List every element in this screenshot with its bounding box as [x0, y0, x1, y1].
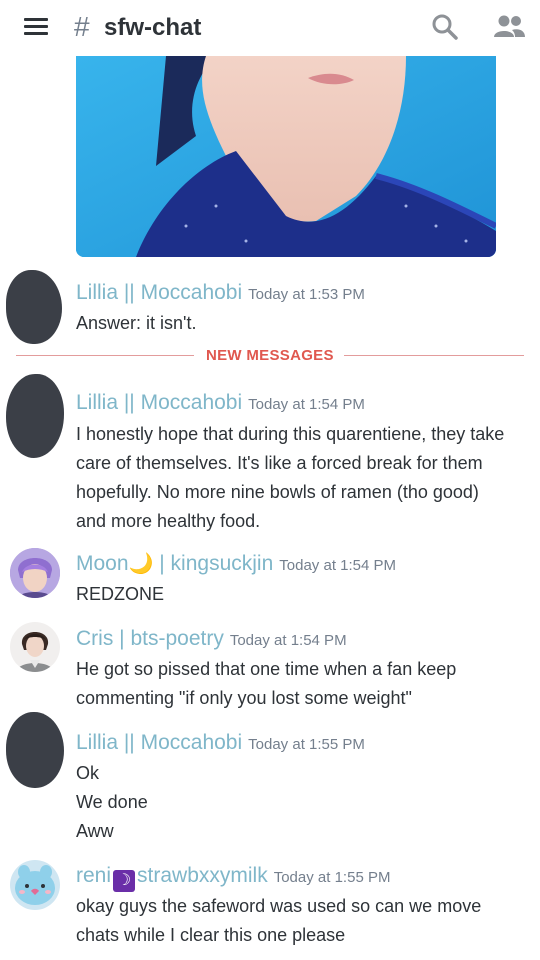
avatar[interactable] — [10, 622, 60, 672]
username[interactable]: Cris | bts-poetry — [76, 627, 224, 650]
message-text: Aww — [76, 821, 114, 841]
message-text: Answer: it isn't. — [76, 313, 197, 333]
username-part[interactable]: reni — [76, 864, 111, 887]
message-text: We done — [76, 792, 148, 812]
channel-header: # sfw-chat — [0, 0, 540, 56]
members-icon[interactable] — [492, 12, 526, 42]
message[interactable]: Cris | bts-poetry Today at 1:54 PM He got… — [0, 614, 540, 714]
divider-line-right — [344, 355, 524, 356]
new-messages-divider: NEW MESSAGES — [16, 346, 524, 366]
message-text: Ok — [76, 763, 100, 783]
timestamp: Today at 1:53 PM — [248, 286, 365, 303]
message-text: I honestly hope that during this quarent… — [76, 424, 505, 531]
timestamp: Today at 1:55 PM — [273, 869, 391, 886]
crescent-emoji-icon: ☽ — [113, 870, 136, 892]
message-header: Lillia || Moccahobi Today at 1:53 PM — [76, 280, 365, 308]
avatar-scribbled[interactable] — [4, 374, 68, 460]
channel-name: sfw-chat — [104, 14, 202, 41]
timestamp: Today at 1:54 PM — [279, 557, 397, 574]
message-header: Lillia || Moccahobi Today at 1:55 PM — [76, 730, 365, 758]
message-header: reni ☽ strawbxxymilk Today at 1:55 PM — [76, 863, 390, 892]
divider-line-left — [16, 355, 194, 356]
message-header: Moon🌙 | kingsuckjin Today at 1:54 PM — [76, 551, 396, 579]
channel-hash-icon: # — [74, 11, 90, 42]
message[interactable]: reni ☽ strawbxxymilk Today at 1:55 PM okay … — [0, 852, 540, 952]
message-header: Cris | bts-poetry Today at 1:54 PM — [76, 626, 347, 654]
avatar[interactable] — [10, 860, 60, 910]
username[interactable]: Lillia || Moccahobi — [76, 281, 242, 304]
timestamp: Today at 1:55 PM — [248, 736, 365, 753]
message-text: REDZONE — [76, 584, 165, 604]
avatar[interactable] — [10, 548, 60, 598]
username-part[interactable]: strawbxxymilk — [137, 864, 268, 887]
avatar-scribbled[interactable] — [2, 712, 66, 792]
timestamp: Today at 1:54 PM — [229, 632, 347, 649]
message-text: okay guys the safeword was used so can w… — [76, 896, 482, 945]
message[interactable]: Moon🌙 | kingsuckjin Today at 1:54 PM REDZ… — [0, 540, 540, 612]
username-part[interactable]: Moon — [76, 552, 129, 575]
moon-emoji-icon: 🌙 — [128, 553, 154, 575]
message-header: Lillia || Moccahobi Today at 1:54 PM — [76, 390, 365, 418]
timestamp: Today at 1:54 PM — [248, 396, 365, 413]
message[interactable]: Lillia || Moccahobi Today at 1:55 PM Ok W… — [0, 712, 540, 848]
new-messages-label: NEW MESSAGES — [206, 347, 334, 364]
message[interactable]: Lillia || Moccahobi Today at 1:54 PM I ho… — [0, 372, 540, 538]
avatar-scribbled[interactable] — [6, 270, 66, 344]
username[interactable]: Lillia || Moccahobi — [76, 731, 242, 754]
crescent-glyph: ☽ — [116, 872, 132, 889]
search-icon[interactable] — [430, 12, 460, 42]
message-text: He got so pissed that one time when a fa… — [76, 659, 457, 708]
username-part[interactable]: | kingsuckjin — [153, 552, 273, 575]
hamburger-icon[interactable] — [24, 16, 50, 38]
image-attachment[interactable] — [76, 56, 496, 257]
username[interactable]: Lillia || Moccahobi — [76, 391, 242, 414]
message[interactable]: Lillia || Moccahobi Today at 1:53 PM Answ… — [0, 262, 540, 344]
